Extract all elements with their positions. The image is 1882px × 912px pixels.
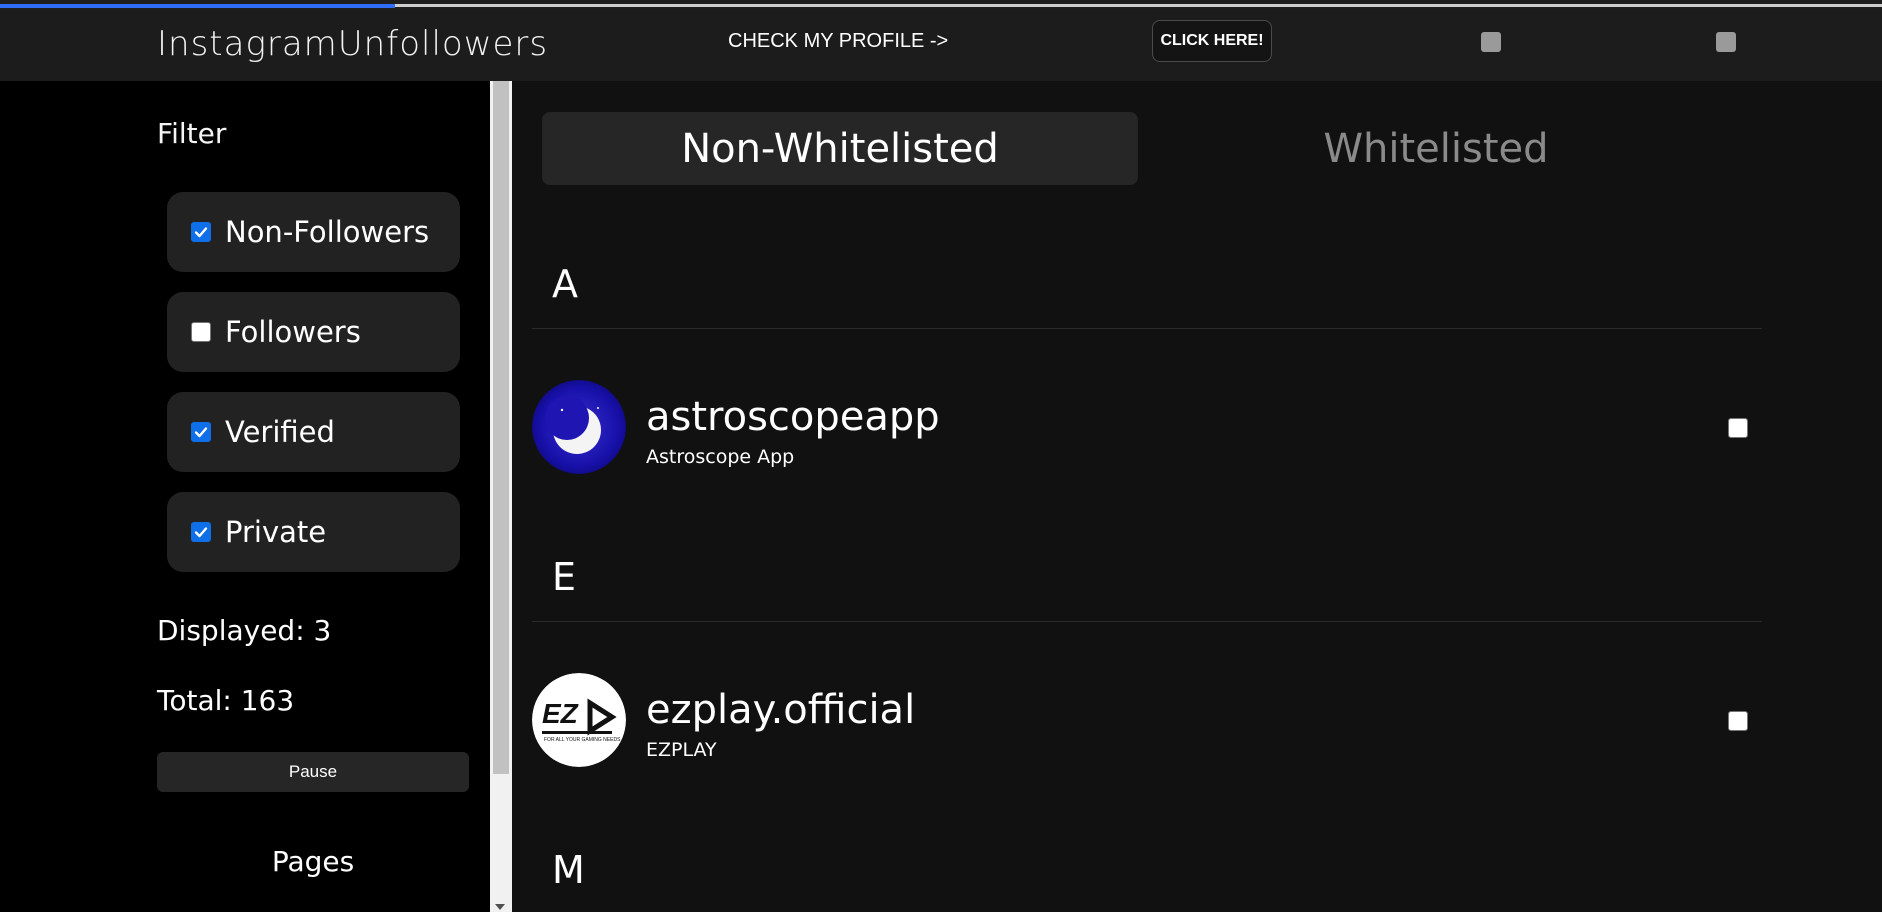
filter-label: Verified	[225, 415, 335, 449]
section-letter-m: M	[552, 848, 585, 892]
ezplay-logo-avatar[interactable]: EZ FOR ALL YOUR GAMING NEEDS	[532, 673, 626, 767]
section-letter-a: A	[552, 262, 578, 306]
tab-non-whitelisted[interactable]: Non-Whitelisted	[542, 112, 1138, 185]
header-checkbox-2[interactable]	[1716, 32, 1736, 52]
section-letter-e: E	[552, 555, 577, 599]
username[interactable]: astroscopeapp	[646, 394, 940, 440]
checkbox[interactable]	[191, 222, 211, 242]
check-icon	[194, 227, 208, 238]
filter-label: Followers	[225, 315, 361, 349]
header-checkbox-1[interactable]	[1481, 32, 1501, 52]
whitelist-checkbox[interactable]	[1728, 711, 1748, 731]
filter-non-followers[interactable]: Non-Followers	[167, 192, 460, 272]
user-row-astroscopeapp[interactable]: astroscopeapp Astroscope App	[532, 380, 1762, 476]
check-profile-text: CHECK MY PROFILE ->	[728, 30, 949, 52]
click-here-button[interactable]: CLICK HERE!	[1152, 20, 1272, 62]
sidebar-scrollbar[interactable]	[490, 81, 512, 912]
top-header: InstagramUnfollowers CHECK MY PROFILE ->…	[0, 10, 1882, 81]
svg-text:FOR ALL YOUR GAMING NEEDS: FOR ALL YOUR GAMING NEEDS	[544, 737, 621, 743]
filter-label: Non-Followers	[225, 215, 430, 249]
total-count: Total: 163	[157, 684, 295, 717]
scrollbar-thumb[interactable]	[493, 81, 509, 774]
username[interactable]: ezplay.official	[646, 687, 915, 733]
progress-bar-fill	[0, 4, 396, 8]
whitelist-checkbox[interactable]	[1728, 418, 1748, 438]
moon-avatar[interactable]	[532, 380, 626, 474]
section-divider	[532, 621, 1762, 622]
checkbox[interactable]	[191, 522, 211, 542]
pages-title: Pages	[271, 845, 355, 878]
filter-label: Private	[225, 515, 327, 549]
main-content: Non-Whitelisted Whitelisted A astroscope…	[512, 81, 1882, 912]
scroll-down-arrow-icon[interactable]	[495, 904, 505, 910]
user-row-ezplay-official[interactable]: EZ FOR ALL YOUR GAMING NEEDS ezplay.offi…	[532, 673, 1762, 769]
check-icon	[194, 527, 208, 538]
check-icon	[194, 427, 208, 438]
checkbox[interactable]	[191, 322, 211, 342]
svg-text:EZ: EZ	[542, 698, 579, 729]
progress-track	[0, 0, 1882, 10]
displayed-count: Displayed: 3	[157, 614, 332, 647]
checkbox[interactable]	[191, 422, 211, 442]
app-title: InstagramUnfollowers	[157, 24, 549, 64]
tab-whitelisted[interactable]: Whitelisted	[1138, 112, 1734, 185]
sidebar: Filter Non-Followers Followers Verified …	[0, 81, 490, 912]
filter-private[interactable]: Private	[167, 492, 460, 572]
pause-button[interactable]: Pause	[157, 752, 469, 792]
section-divider	[532, 328, 1762, 329]
full-name: EZPLAY	[646, 739, 717, 761]
filter-verified[interactable]: Verified	[167, 392, 460, 472]
filter-title: Filter	[157, 117, 227, 150]
full-name: Astroscope App	[646, 446, 795, 468]
filter-followers[interactable]: Followers	[167, 292, 460, 372]
